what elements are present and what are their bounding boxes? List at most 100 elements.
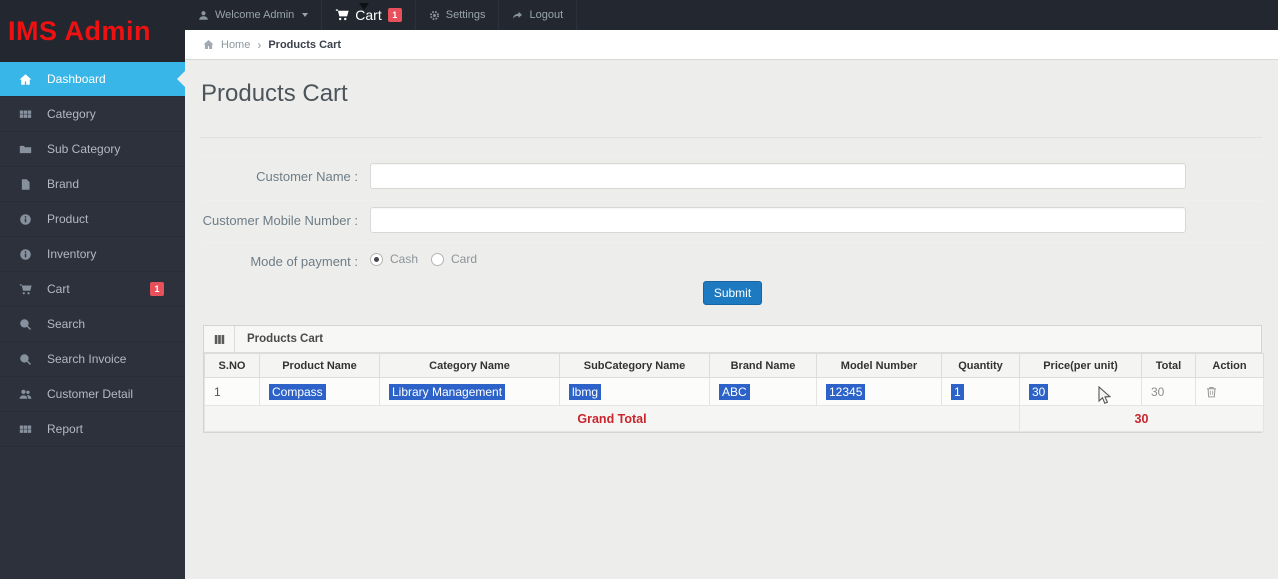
cart-count-badge: 1	[388, 8, 402, 22]
settings-label: Settings	[446, 9, 486, 21]
divider	[200, 137, 1262, 138]
grid-icon	[19, 108, 32, 121]
folder-icon	[19, 143, 32, 156]
sidebar-item-brand[interactable]: Brand	[0, 167, 185, 202]
sidebar-item-customer-detail[interactable]: Customer Detail	[0, 377, 185, 412]
grand-total-row: Grand Total 30	[205, 406, 1264, 432]
sidebar-item-dashboard[interactable]: Dashboard	[0, 62, 185, 97]
welcome-admin-label: Welcome Admin	[215, 9, 294, 21]
selected-text: ABC	[719, 384, 750, 400]
grid-icon	[19, 423, 32, 436]
search-icon	[19, 353, 32, 366]
sidebar-item-product[interactable]: Product	[0, 202, 185, 237]
info-icon	[19, 213, 32, 226]
card-radio[interactable]	[431, 253, 444, 266]
sidebar-item-label: Dashboard	[47, 72, 106, 86]
selected-text: 12345	[826, 384, 865, 400]
sidebar-item-sub-category[interactable]: Sub Category	[0, 132, 185, 167]
sidebar-item-label: Inventory	[47, 247, 96, 261]
col-brand-name: Brand Name	[710, 354, 817, 378]
sidebar-item-search-invoice[interactable]: Search Invoice	[0, 342, 185, 377]
app-logo: IMS Admin	[0, 0, 185, 62]
home-icon	[19, 73, 32, 86]
users-icon	[19, 388, 32, 401]
file-icon	[19, 178, 32, 191]
page-title: Products Cart	[201, 80, 348, 108]
cell-total: 30	[1142, 378, 1196, 406]
logout-label: Logout	[529, 9, 563, 21]
panel-header: Products Cart	[204, 326, 1261, 353]
submit-button[interactable]: Submit	[703, 281, 762, 305]
chevron-down-icon	[302, 13, 308, 17]
grand-total-value: 30	[1020, 406, 1264, 432]
sidebar-item-label: Search Invoice	[47, 352, 126, 366]
topbar: Welcome Admin Cart 1 Settings Logout	[185, 0, 1278, 30]
breadcrumb-home-link[interactable]: Home	[221, 39, 250, 51]
cart-icon	[335, 8, 349, 22]
topbar-cart-button[interactable]: Cart 1	[322, 0, 415, 30]
cell-model: 12345	[817, 378, 942, 406]
sidebar-item-label: Report	[47, 422, 83, 436]
sidebar-item-search[interactable]: Search	[0, 307, 185, 342]
customer-mobile-input[interactable]	[370, 207, 1186, 233]
cash-radio-label: Cash	[390, 252, 418, 266]
products-cart-panel: Products Cart S.NO Product Name Category…	[203, 325, 1262, 433]
col-price-per-unit: Price(per unit)	[1020, 354, 1142, 378]
welcome-admin-menu[interactable]: Welcome Admin	[185, 0, 322, 30]
sidebar-item-label: Product	[47, 212, 88, 226]
selected-text: Compass	[269, 384, 326, 400]
logout-button[interactable]: Logout	[499, 0, 577, 30]
customer-name-input[interactable]	[370, 163, 1186, 189]
grand-total-label: Grand Total	[205, 406, 1020, 432]
user-icon	[198, 10, 209, 21]
col-quantity: Quantity	[942, 354, 1020, 378]
mouse-cursor	[1098, 386, 1111, 405]
table-header-row: S.NO Product Name Category Name SubCateg…	[205, 354, 1264, 378]
gear-icon	[429, 10, 440, 21]
sidebar-item-label: Customer Detail	[47, 387, 133, 401]
trash-icon[interactable]	[1205, 385, 1218, 399]
selected-text: Library Management	[389, 384, 505, 400]
sidebar-item-cart[interactable]: Cart 1	[0, 272, 185, 307]
sidebar-item-category[interactable]: Category	[0, 97, 185, 132]
payment-mode-group: Cash Card	[370, 252, 483, 266]
cell-sno: 1	[205, 378, 260, 406]
divider	[200, 156, 1262, 157]
sidebar-item-label: Brand	[47, 177, 79, 191]
cart-icon	[19, 283, 32, 296]
sidebar-item-label: Category	[47, 107, 96, 121]
selected-text: 1	[951, 384, 964, 400]
divider	[203, 242, 1262, 243]
home-icon	[203, 39, 214, 50]
card-radio-label: Card	[451, 252, 477, 266]
cell-action	[1196, 378, 1264, 406]
cart-count-badge: 1	[150, 282, 164, 296]
cart-dropdown-caret-icon	[359, 3, 369, 10]
cell-price: 30	[1020, 378, 1142, 406]
search-icon	[19, 318, 32, 331]
settings-button[interactable]: Settings	[416, 0, 500, 30]
breadcrumb: Home › Products Cart	[185, 30, 1278, 60]
selected-text: 30	[1029, 384, 1048, 400]
logout-icon	[512, 10, 523, 21]
sidebar-item-report[interactable]: Report	[0, 412, 185, 447]
sidebar-item-label: Cart	[47, 282, 70, 296]
info-icon	[19, 248, 32, 261]
col-category-name: Category Name	[380, 354, 560, 378]
breadcrumb-separator: ›	[257, 38, 261, 52]
sidebar: IMS Admin Dashboard Category Sub Categor…	[0, 0, 185, 579]
breadcrumb-current: Products Cart	[268, 39, 341, 51]
active-notch	[177, 71, 185, 87]
cell-quantity: 1	[942, 378, 1020, 406]
cash-radio[interactable]	[370, 253, 383, 266]
col-product-name: Product Name	[260, 354, 380, 378]
col-total: Total	[1142, 354, 1196, 378]
col-action: Action	[1196, 354, 1264, 378]
sidebar-item-inventory[interactable]: Inventory	[0, 237, 185, 272]
col-model-number: Model Number	[817, 354, 942, 378]
cell-product: Compass	[260, 378, 380, 406]
col-subcategory-name: SubCategory Name	[560, 354, 710, 378]
panel-title: Products Cart	[235, 333, 323, 345]
table-columns-icon	[204, 326, 235, 352]
cell-category: Library Management	[380, 378, 560, 406]
